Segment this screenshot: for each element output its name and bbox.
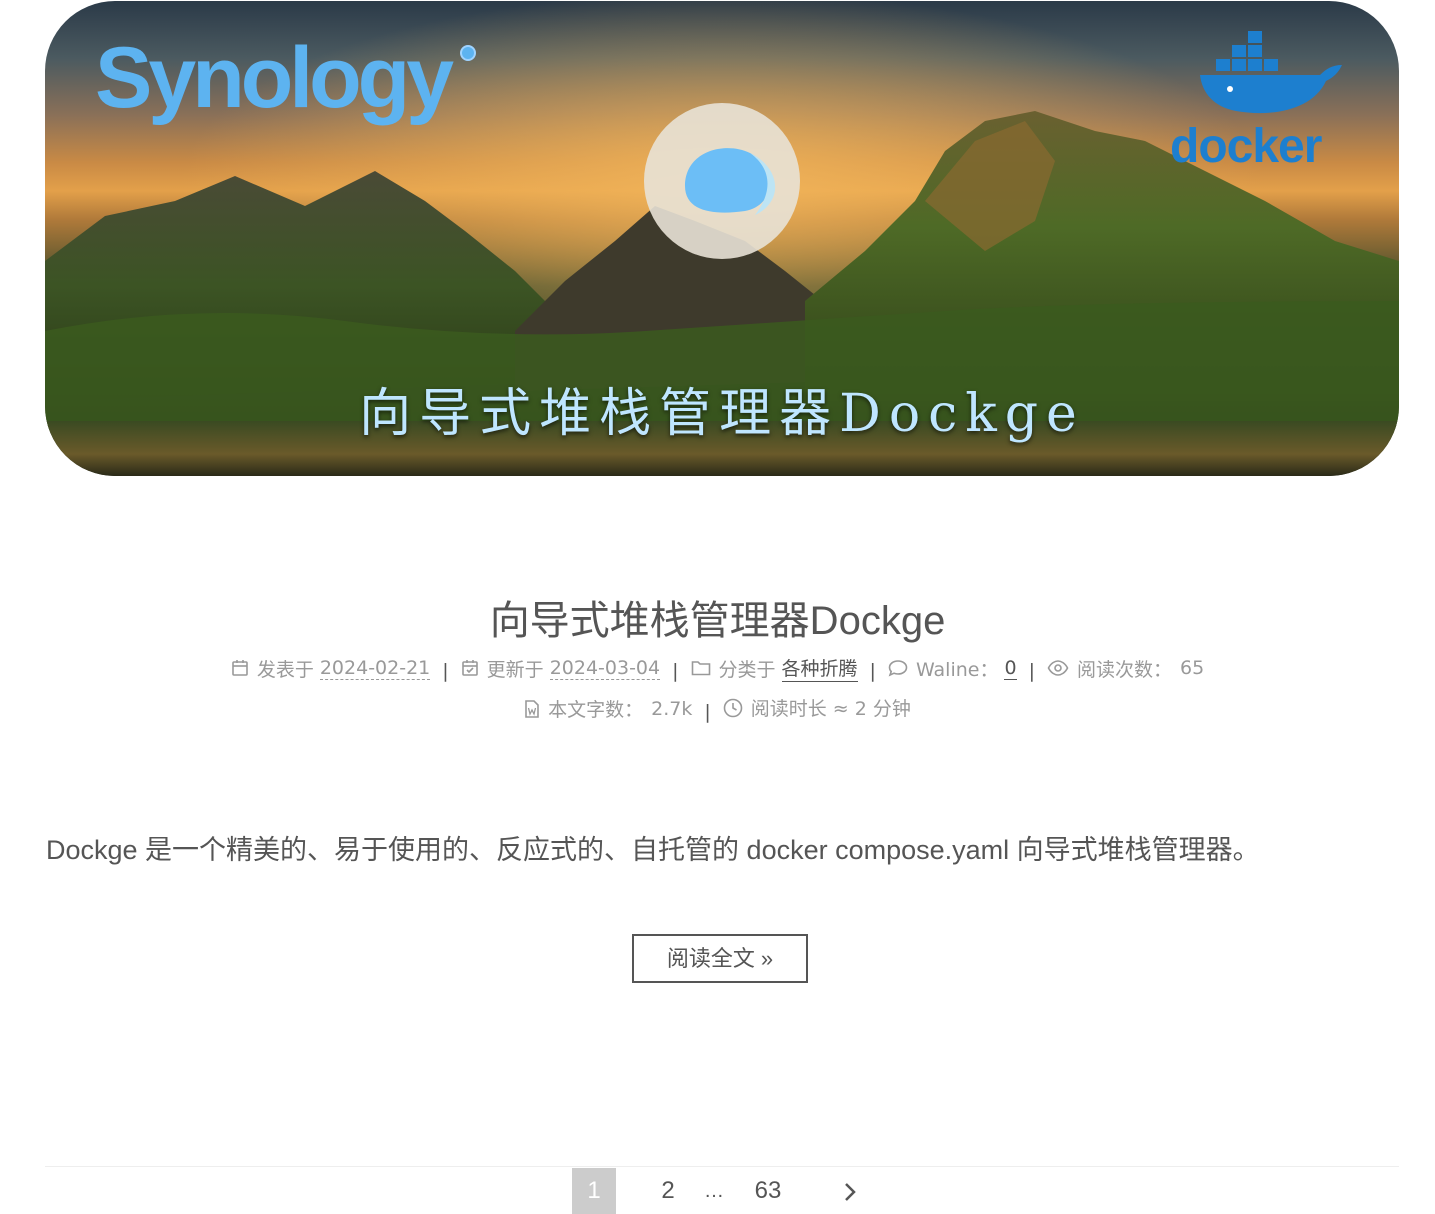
post-meta: 发表于 2024-02-21 | 更新于 2024-03-04 | 分类于 各种… [0,654,1435,682]
posted-date[interactable]: 2024-02-21 [319,657,431,680]
comment-icon [888,660,908,677]
word-count-meta: 本文字数： 2.7k [524,695,692,722]
folder-icon [691,661,710,676]
meta-separator: | [442,660,449,682]
views-meta: 阅读次数： 65 [1047,655,1204,682]
page-current: 1 [572,1168,616,1214]
calendar-check-icon [461,660,478,676]
comments-label: Waline： [915,658,999,681]
words-count: 2.7k [651,697,693,720]
read-more-button[interactable]: 阅读全文 » [632,934,808,983]
meta-separator: | [672,660,679,682]
chevron-right-icon [845,1182,856,1201]
post-cover-image[interactable]: Synology docker 向导式堆栈管理器Dockge [45,1,1399,476]
reading-time-meta: 阅读时长 ≈ 2 分钟 [723,694,911,721]
comments-count[interactable]: 0 [1004,657,1017,680]
views-label: 阅读次数： [1076,658,1172,681]
next-page-button[interactable] [830,1168,870,1214]
docker-logo: docker [1170,120,1322,173]
page-link-last[interactable]: 63 [746,1168,790,1214]
banner-title: 向导式堆栈管理器Dockge [359,384,1085,444]
meta-separator: | [1028,660,1035,682]
meta-separator: | [704,700,711,723]
views-count: 65 [1179,657,1205,679]
post-meta-secondary: 本文字数： 2.7k | 阅读时长 ≈ 2 分钟 [0,694,1435,723]
posted-label: 发表于 [256,658,314,681]
post-excerpt: Dockge 是一个精美的、易于使用的、反应式的、自托管的 docker com… [46,835,1260,865]
synology-logo: Synology [95,30,454,126]
pagination-divider [45,1166,1399,1167]
page-ellipsis: … [704,1180,724,1202]
posted-meta: 发表于 2024-02-21 [231,655,431,682]
category-link[interactable]: 各种折腾 [781,654,858,682]
comments-meta: Waline： 0 [888,655,1017,682]
category-label: 分类于 [718,658,776,681]
reading-time: 阅读时长 ≈ 2 分钟 [750,698,911,720]
words-label: 本文字数： [548,699,644,721]
post-title[interactable]: 向导式堆栈管理器Dockge [0,588,1435,646]
updated-meta: 更新于 2024-03-04 [461,655,661,682]
calendar-icon [232,660,248,676]
clock-icon [723,698,743,717]
updated-label: 更新于 [486,658,544,681]
eye-icon [1047,660,1069,676]
category-meta: 分类于 各种折腾 [691,654,858,682]
synology-logo-dot [460,45,476,61]
word-file-icon [525,699,539,718]
updated-date[interactable]: 2024-03-04 [549,657,661,680]
page-link-2[interactable]: 2 [648,1168,688,1214]
meta-separator: | [869,660,876,682]
